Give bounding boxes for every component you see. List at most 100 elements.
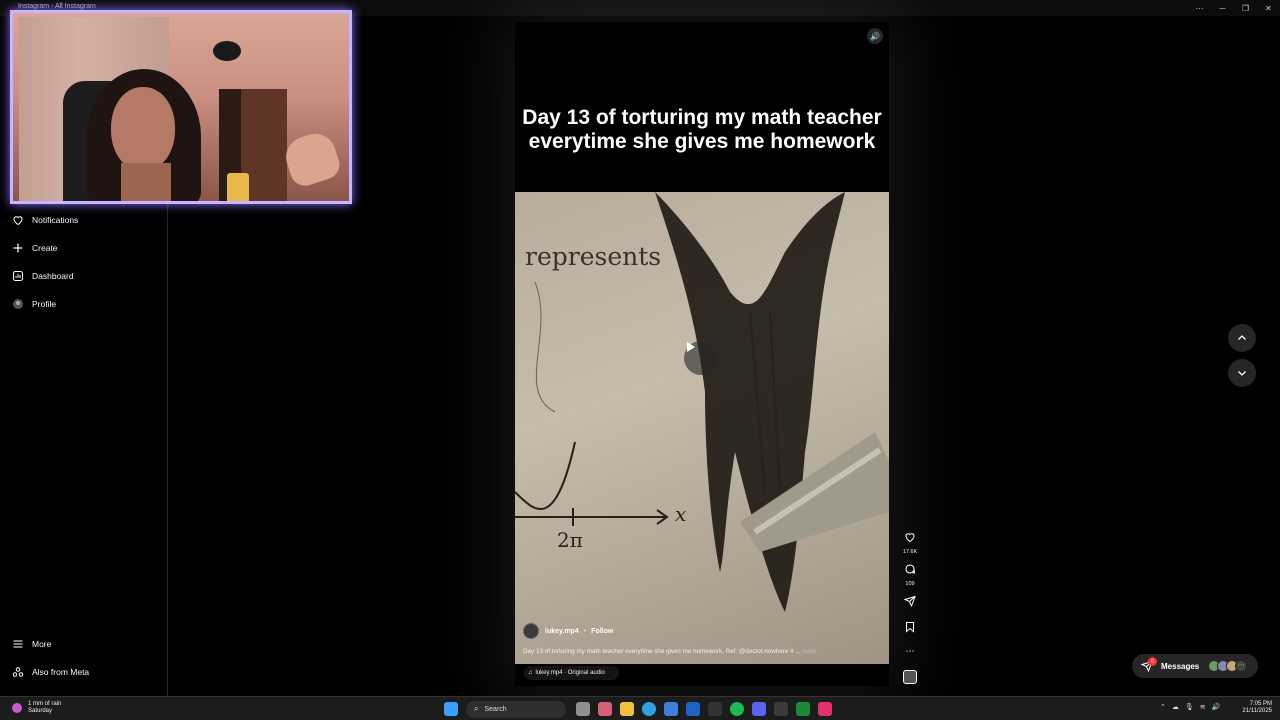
cloud-icon[interactable]: ☁: [1172, 703, 1179, 711]
more-link[interactable]: more: [802, 648, 816, 655]
taskbar-apps: ⌕ Search: [444, 700, 840, 718]
more-icon[interactable]: ⋯: [1188, 0, 1211, 16]
play-icon: [687, 342, 695, 352]
edge-icon[interactable]: [642, 702, 656, 716]
meta-icon: [12, 666, 24, 678]
share-button[interactable]: [898, 594, 922, 612]
comment-icon: [905, 564, 916, 574]
messages-label: Messages: [1161, 661, 1200, 671]
follow-button[interactable]: Follow: [591, 628, 613, 635]
close-icon[interactable]: ✕: [1257, 0, 1280, 16]
window-controls: ⋯ ─ ❐ ✕: [1188, 0, 1280, 16]
app-icon[interactable]: [774, 702, 788, 716]
messages-badge: 6: [1148, 657, 1157, 666]
copilot-icon[interactable]: [598, 702, 612, 716]
next-reel-button[interactable]: [1228, 359, 1256, 387]
xbox-icon[interactable]: [796, 702, 810, 716]
like-count: 17.6K: [902, 549, 918, 555]
taskbar-search[interactable]: ⌕ Search: [466, 700, 566, 718]
webcam-person-face: [111, 87, 175, 171]
search-icon: ⌕: [474, 704, 479, 713]
profile-icon: [12, 298, 24, 310]
microphone-icon[interactable]: 🎙: [1185, 703, 1194, 711]
webcam-lamp: [213, 41, 241, 61]
sidebar-item-label: More: [32, 639, 52, 649]
chevron-down-icon: [1238, 371, 1246, 376]
more-options-button[interactable]: ⋯: [898, 646, 922, 657]
heart-icon: [905, 533, 915, 543]
comment-button[interactable]: 109: [898, 562, 922, 587]
reel-video-frame[interactable]: represents x 2π: [515, 192, 889, 664]
music-note-icon: ♫: [528, 670, 533, 676]
task-view-icon[interactable]: [576, 702, 590, 716]
weather-line1: 1 mm of rain: [28, 701, 62, 707]
instagram-icon[interactable]: [818, 702, 832, 716]
search-placeholder: Search: [484, 705, 507, 713]
sidebar-item-label: Profile: [32, 299, 57, 309]
separator-dot: •: [583, 627, 587, 635]
spotify-icon[interactable]: [730, 702, 744, 716]
dashboard-icon: [12, 270, 24, 282]
windows-taskbar: 1 mm of rain Saturday ⌕ Search ⌃ ☁ 🎙 ≋ 🔊…: [0, 696, 1280, 720]
webcam-person-neck: [121, 163, 171, 201]
plus-icon: [12, 242, 24, 254]
sidebar-item-also-from-meta[interactable]: Also from Meta: [0, 660, 168, 684]
play-button[interactable]: [684, 341, 718, 375]
system-tray: ⌃ ☁ 🎙 ≋ 🔊: [1160, 703, 1220, 711]
weather-text: 1 mm of rain Saturday: [28, 701, 61, 715]
webcam-person-hand: [280, 128, 344, 190]
file-explorer-icon[interactable]: [620, 702, 634, 716]
sidebar-item-create[interactable]: Create: [0, 236, 168, 260]
outlook-icon[interactable]: [686, 702, 700, 716]
video-axis-label: x: [675, 502, 687, 526]
video-handwritten-word: represents: [525, 242, 662, 271]
audio-label: lukey.mp4 · Original audio: [535, 670, 605, 676]
audio-pill[interactable]: ♫ lukey.mp4 · Original audio: [524, 666, 619, 680]
messages-button[interactable]: 6 Messages ⋯: [1132, 654, 1258, 678]
windows-start-icon[interactable]: [444, 702, 458, 716]
sidebar-item-notifications[interactable]: Notifications: [0, 208, 168, 232]
menu-icon: [12, 638, 24, 650]
sidebar-item-label: Notifications: [32, 215, 79, 225]
audio-thumb-icon: [903, 670, 917, 684]
more-avatars-icon: ⋯: [1235, 660, 1248, 672]
weather-icon: [12, 703, 22, 713]
reel-player[interactable]: 🔊 Day 13 of torturing my math teacher ev…: [515, 22, 889, 686]
webcam-overlay: [10, 10, 352, 204]
volume-icon[interactable]: 🔊: [1212, 703, 1221, 711]
store-icon[interactable]: [664, 702, 678, 716]
minimize-icon[interactable]: ─: [1211, 0, 1234, 16]
video-tick-label: 2π: [557, 528, 583, 552]
reel-caption-title: Day 13 of torturing my math teacher ever…: [522, 106, 882, 153]
audio-thumbnail[interactable]: [898, 670, 922, 689]
ellipsis-icon: ⋯: [905, 646, 915, 656]
restore-icon[interactable]: ❐: [1234, 0, 1257, 16]
sidebar-item-profile[interactable]: Profile: [0, 292, 168, 316]
comment-count: 109: [905, 581, 915, 587]
save-button[interactable]: [898, 620, 922, 638]
send-icon: [903, 595, 916, 608]
previous-reel-button[interactable]: [1228, 324, 1256, 352]
window-title: Instagram - All Instagram: [18, 3, 96, 10]
weather-widget[interactable]: 1 mm of rain Saturday: [12, 701, 61, 715]
sidebar-item-label: Also from Meta: [32, 667, 90, 677]
discord-icon[interactable]: [752, 702, 766, 716]
reel-description: Day 13 of torturing my math teacher ever…: [523, 648, 883, 655]
reel-author: lukey.mp4 • Follow: [523, 623, 613, 639]
app-icon[interactable]: [708, 702, 722, 716]
reel-description-text: Day 13 of torturing my math teacher ever…: [523, 648, 801, 655]
wifi-icon[interactable]: ≋: [1200, 703, 1206, 711]
clock-date: 21/11/2025: [1242, 708, 1272, 714]
message-avatars: ⋯: [1208, 660, 1248, 672]
author-name[interactable]: lukey.mp4: [545, 628, 579, 635]
sidebar-item-label: Create: [32, 243, 58, 253]
like-button[interactable]: 17.6K: [898, 530, 922, 555]
chevron-up-icon[interactable]: ⌃: [1160, 703, 1166, 711]
taskbar-clock[interactable]: 7:05 PM 21/11/2025: [1242, 701, 1272, 715]
sidebar-item-dashboard[interactable]: Dashboard: [0, 264, 168, 288]
sidebar-item-label: Dashboard: [32, 271, 74, 281]
chevron-up-icon: [1238, 335, 1246, 340]
sidebar-item-more[interactable]: More: [0, 632, 168, 656]
author-avatar[interactable]: [523, 623, 539, 639]
volume-icon[interactable]: 🔊: [867, 28, 883, 44]
